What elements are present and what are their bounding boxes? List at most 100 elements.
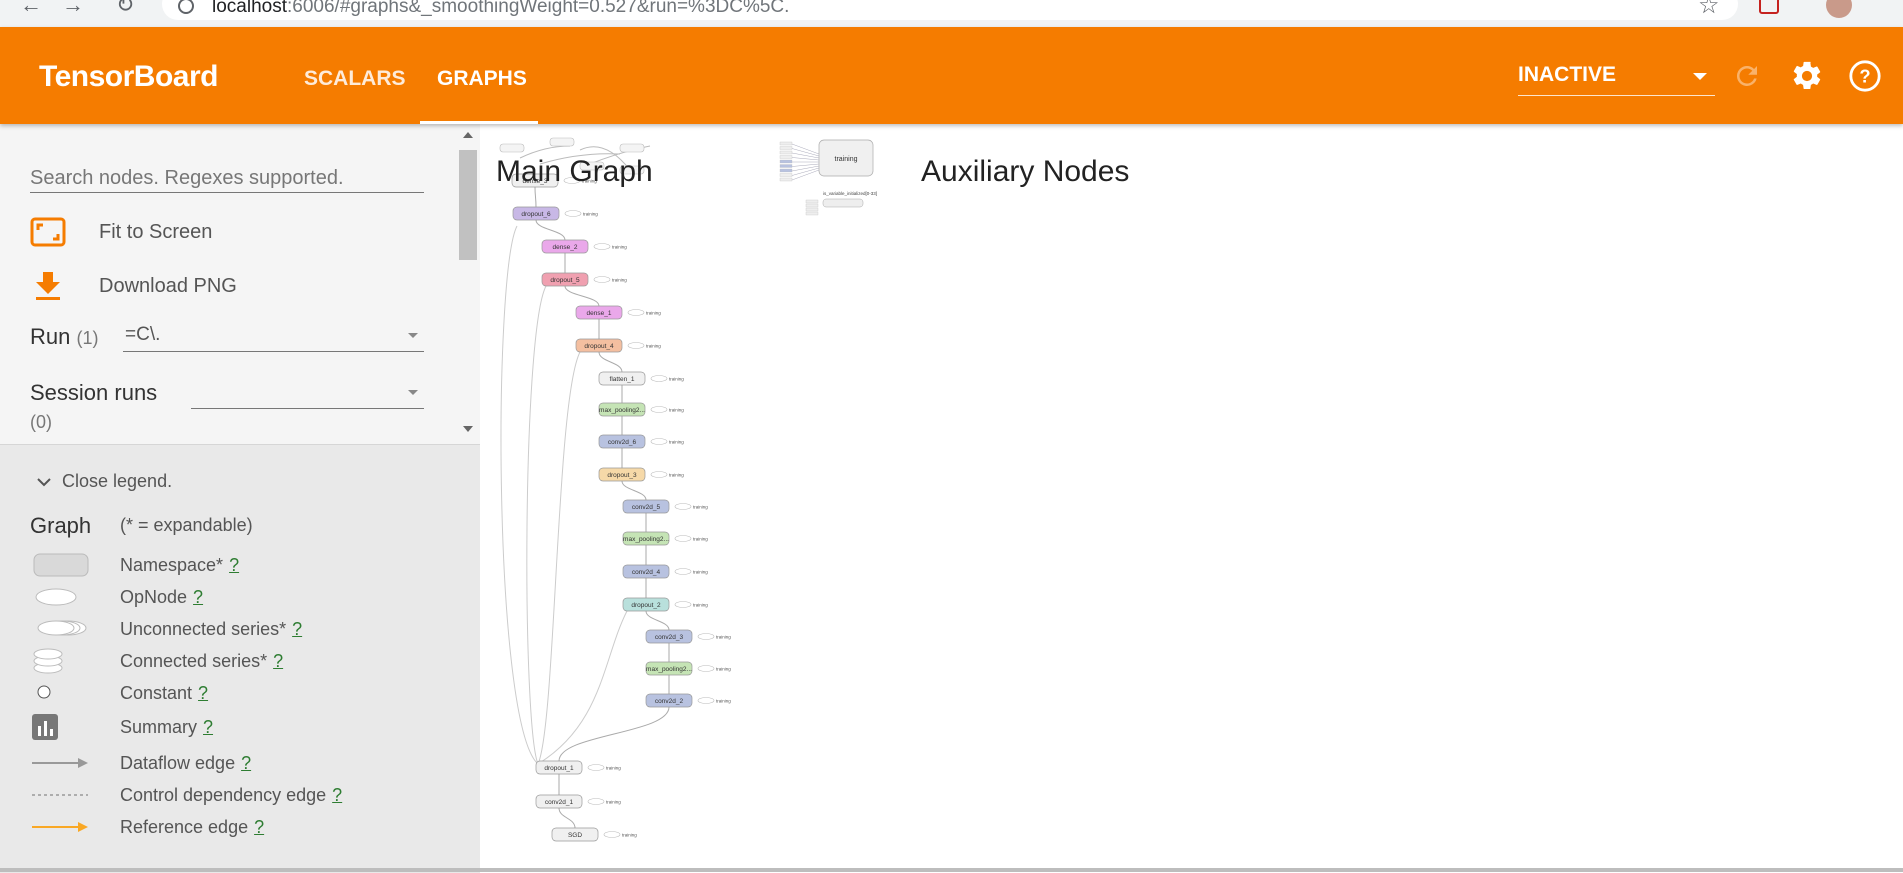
aux-init-node[interactable]: is_variable_initialized[0-33]: [822, 191, 877, 208]
graph-node[interactable]: dense_1: [575, 305, 623, 320]
graph-node[interactable]: dense_2: [541, 239, 589, 254]
fit-to-screen-label: Fit to Screen: [99, 220, 213, 243]
tab-scalars[interactable]: SCALARS: [304, 67, 406, 91]
aux-init-label: is_variable_initialized[0-33]: [823, 191, 877, 196]
aux-input-node[interactable]: [779, 159, 793, 164]
legend-label-control-dependency-edge: Control dependency edge: [120, 785, 327, 805]
aux-training-node[interactable]: training: [818, 139, 874, 177]
graph-node[interactable]: max_pooling2...: [645, 661, 693, 676]
side-chip-label: training: [716, 667, 731, 672]
graph-node-mini[interactable]: [499, 143, 525, 153]
help-link[interactable]: ?: [292, 619, 302, 639]
graph-node[interactable]: SGD: [551, 827, 599, 842]
legend-label-unconnected-series: Unconnected series*: [120, 619, 287, 639]
graph-canvas[interactable]: Main Graph Auxiliary Nodes training train…: [480, 124, 1903, 868]
side-chip: training: [697, 697, 731, 704]
graph-node[interactable]: conv2d_5: [622, 499, 670, 514]
info-icon[interactable]: [178, 0, 194, 14]
main-graph-title: Main Graph: [496, 155, 653, 188]
side-chip-label: training: [669, 408, 684, 413]
side-chip-label: training: [612, 278, 627, 283]
run-dropdown[interactable]: =C\.: [123, 323, 424, 352]
control-edge-icon: [32, 794, 88, 796]
run-status-dropdown[interactable]: INACTIVE: [1518, 63, 1715, 96]
help-icon[interactable]: ?: [1848, 59, 1882, 93]
side-chip: training: [603, 831, 637, 838]
avatar[interactable]: [1826, 0, 1852, 18]
scroll-down-arrow-icon[interactable]: [463, 426, 473, 432]
session-runs-dropdown[interactable]: [191, 380, 424, 409]
aux-input-node[interactable]: [779, 164, 793, 168]
graph-node[interactable]: conv2d_2: [645, 693, 693, 708]
fit-to-screen-button[interactable]: Fit to Screen: [30, 212, 212, 252]
chevron-down-icon: [37, 477, 51, 486]
side-chip: training: [650, 375, 684, 382]
scroll-thumb[interactable]: [459, 150, 477, 260]
legend-label-constant: Constant: [120, 683, 193, 703]
aux-input-node[interactable]: [805, 203, 819, 208]
help-link[interactable]: ?: [254, 817, 264, 837]
help-link[interactable]: ?: [241, 753, 251, 773]
aux-input-node[interactable]: [779, 150, 793, 155]
graph-node[interactable]: dropout_3: [598, 467, 646, 482]
aux-input-node[interactable]: [779, 141, 793, 146]
url-text[interactable]: localhost:6006/#graphs&_smoothingWeight=…: [212, 0, 789, 18]
graph-node-label: max_pooling2...: [599, 407, 645, 414]
graph-node[interactable]: max_pooling2...: [598, 402, 646, 417]
side-chip: training: [650, 438, 684, 445]
back-arrow-icon[interactable]: ←: [20, 0, 42, 18]
graph-node[interactable]: conv2d_4: [622, 564, 670, 579]
aux-input-node[interactable]: [779, 168, 793, 173]
graph-node[interactable]: dropout_2: [622, 597, 670, 612]
graph-node-label: dropout_3: [607, 472, 637, 479]
aux-input-node[interactable]: [779, 177, 793, 182]
graph-node[interactable]: conv2d_6: [598, 434, 646, 449]
active-tab-indicator: [420, 121, 538, 124]
side-chip: training: [587, 764, 621, 771]
graph-node[interactable]: conv2d_3: [645, 629, 693, 644]
graph-node[interactable]: dropout_6: [512, 206, 560, 221]
reload-icon[interactable]: ↻: [116, 0, 134, 18]
search-nodes-input[interactable]: [30, 164, 424, 193]
gear-icon[interactable]: [1790, 59, 1824, 93]
graph-node[interactable]: max_pooling2...: [622, 531, 670, 546]
help-link[interactable]: ?: [332, 785, 342, 805]
graph-node-mini[interactable]: [549, 137, 575, 147]
extension-icon[interactable]: [1759, 0, 1779, 14]
aux-input-node[interactable]: [779, 173, 793, 177]
help-link[interactable]: ?: [273, 651, 283, 671]
close-legend-button[interactable]: Close legend.: [36, 471, 172, 492]
graph-node-label: dropout_5: [550, 277, 580, 284]
aux-edge: [791, 165, 820, 172]
aux-input-node[interactable]: [805, 199, 819, 204]
help-link[interactable]: ?: [229, 555, 239, 575]
graph-node-mini[interactable]: [619, 143, 645, 153]
download-png-button[interactable]: Download PNG: [30, 266, 237, 306]
help-link[interactable]: ?: [203, 717, 213, 737]
refresh-icon[interactable]: [1732, 61, 1762, 91]
aux-input-node[interactable]: [805, 211, 819, 216]
legend-label-dataflow-edge: Dataflow edge: [120, 753, 236, 773]
graph-diagram[interactable]: training training training training training…: [480, 124, 1903, 868]
run-count: (1): [76, 328, 99, 348]
aux-input-node[interactable]: [805, 207, 819, 212]
help-link[interactable]: ?: [198, 683, 208, 703]
star-icon[interactable]: ☆: [1698, 0, 1720, 20]
help-link[interactable]: ?: [193, 587, 203, 607]
graph-node[interactable]: flatten_1: [598, 371, 646, 386]
aux-input-node[interactable]: [779, 146, 793, 150]
graph-node[interactable]: dropout_5: [541, 272, 589, 287]
graph-node-label: conv2d_2: [655, 698, 684, 705]
graph-node[interactable]: dropout_1: [535, 760, 583, 775]
graph-node[interactable]: conv2d_1: [535, 794, 583, 809]
forward-arrow-icon[interactable]: →: [62, 0, 84, 18]
scroll-up-arrow-icon[interactable]: [463, 132, 473, 138]
aux-input-node[interactable]: [779, 155, 793, 159]
aux-edge: [791, 152, 820, 159]
close-legend-label: Close legend.: [62, 471, 173, 491]
tab-graphs[interactable]: GRAPHS: [437, 67, 527, 91]
sidebar-scrollbar[interactable]: [457, 124, 479, 444]
address-bar[interactable]: localhost:6006/#graphs&_smoothingWeight=…: [162, 0, 1738, 20]
legend-expandable-note: (* = expandable): [120, 515, 253, 535]
graph-node[interactable]: dropout_4: [575, 338, 623, 353]
